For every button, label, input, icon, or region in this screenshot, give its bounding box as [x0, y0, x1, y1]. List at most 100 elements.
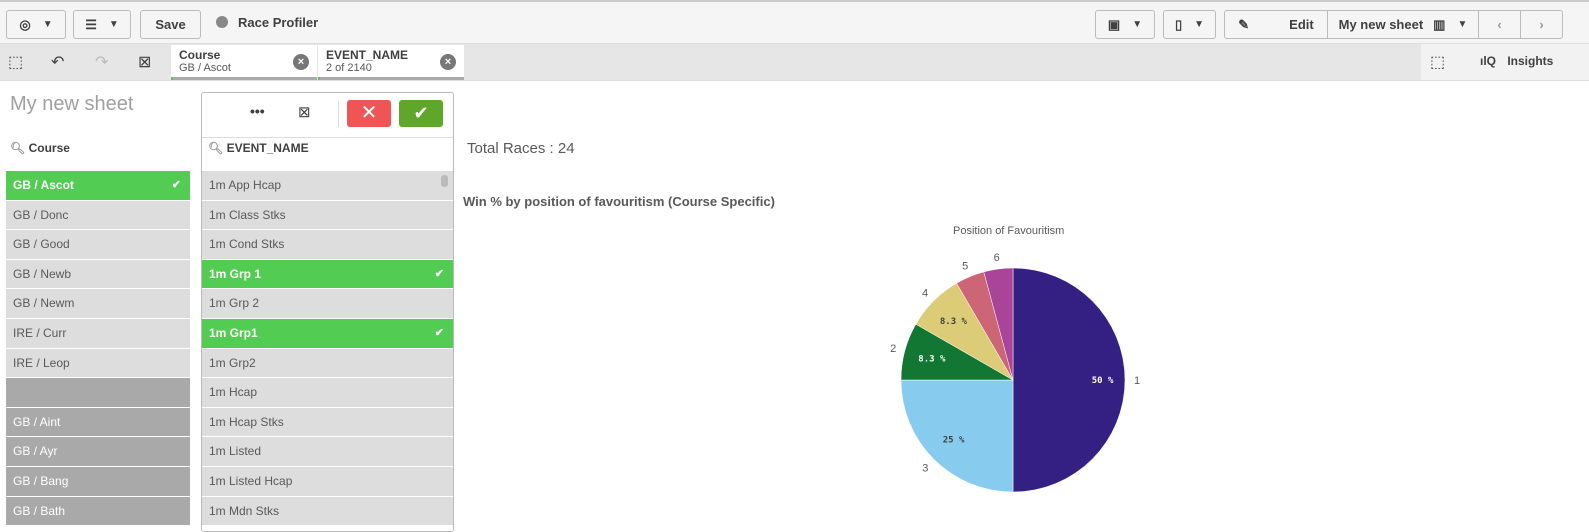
list-item[interactable]: GB / Good — [6, 230, 190, 260]
check-icon: ✔ — [434, 267, 444, 280]
list-item[interactable] — [6, 378, 190, 408]
data-label: 50 % — [1092, 376, 1114, 386]
list-item-label: GB / Newm — [13, 296, 75, 311]
chevron-down-icon: ▼ — [42, 19, 53, 30]
list-item[interactable]: GB / Ayr — [6, 437, 190, 467]
event-name-listbox-panel: ••• ⊠ ✕ ✔ 🔍︎ EVENT_NAME 1m App Hcap 1m Cl… — [201, 92, 454, 532]
selections-bar: ⬚ ↶ ↷ ⊠ Course GB / Ascot × EVENT_NAME 2… — [0, 44, 1589, 81]
slice-label: 6 — [994, 252, 1000, 264]
clear-selections-icon[interactable]: ⊠ — [138, 52, 151, 72]
list-item[interactable]: 1m Listed Hcap — [202, 466, 453, 497]
step-back-icon[interactable]: ↶ — [51, 52, 64, 72]
chip-title: Course — [179, 48, 221, 62]
edit-button[interactable]: ✎ Edit — [1224, 10, 1328, 39]
search-icon: 🔍︎ — [208, 141, 224, 155]
list-item[interactable]: 1m Grp 1 ✔ — [202, 259, 453, 290]
data-label: 8.3 % — [940, 317, 968, 327]
list-item-label: GB / Newb — [13, 266, 72, 281]
list-item-label: GB / Bang — [13, 473, 69, 488]
navigation-button[interactable]: ◎ ▼ — [6, 10, 66, 39]
list-item[interactable]: 1m Listed — [202, 437, 453, 467]
selection-chip-course[interactable]: Course GB / Ascot × — [171, 45, 317, 80]
listbox-title: Course — [28, 141, 70, 155]
app-icon — [216, 16, 228, 28]
list-item[interactable]: 1m Grp2 — [202, 348, 453, 379]
list-item-label: GB / Ayr — [13, 444, 58, 459]
smart-search-icon[interactable]: ⬚ — [8, 52, 23, 72]
app-name: Race Profiler — [238, 15, 319, 30]
bookmark-button[interactable]: ▯ ▼ — [1163, 10, 1216, 39]
check-icon: ✔ — [171, 179, 181, 191]
edit-label: Edit — [1289, 17, 1314, 32]
slice-label: 1 — [1134, 375, 1140, 387]
slice-label: 5 — [962, 261, 968, 273]
list-item[interactable]: 1m Hcap Stks — [202, 407, 453, 438]
list-item[interactable]: IRE / Leop — [6, 348, 190, 379]
scrollbar-thumb[interactable] — [441, 175, 448, 187]
step-forward-icon[interactable]: ↷ — [95, 52, 108, 72]
data-label: 25 % — [943, 435, 965, 445]
event-name-listbox[interactable]: 1m App Hcap 1m Class Stks 1m Cond Stks 1m G… — [202, 171, 453, 527]
close-icon[interactable]: × — [440, 54, 456, 70]
list-item[interactable]: 1m Grp1 ✔ — [202, 318, 453, 349]
list-item[interactable]: GB / Donc — [6, 200, 190, 231]
pencil-icon: ✎ — [1238, 16, 1250, 32]
selection-chip-event-name[interactable]: EVENT_NAME 2 of 2140 × — [318, 45, 464, 80]
selection-tool-icon[interactable]: ⬚ — [1430, 52, 1445, 72]
listbox-title: EVENT_NAME — [226, 141, 309, 155]
list-item[interactable]: 1m Cond Stks — [202, 230, 453, 260]
list-item[interactable]: 1m Grp 2 — [202, 289, 453, 319]
sheet-selector[interactable]: My new sheet ▥ ▼ — [1327, 10, 1479, 39]
chip-value: GB / Ascot — [179, 62, 231, 74]
chart-title: Win % by position of favouritism (Course… — [463, 194, 775, 209]
more-options-icon[interactable]: ••• — [250, 103, 265, 119]
list-item-label: GB / Bath — [13, 503, 66, 518]
pie-chart: 1 50 % 3 25 % 2 8.3 % 4 8.3 % 5 6 — [890, 252, 1140, 493]
slice-label: 2 — [890, 343, 896, 355]
course-listbox-header[interactable]: 🔍︎ Course — [10, 141, 70, 155]
course-listbox[interactable]: GB / Ascot ✔ GB / Donc GB / Good GB / Newb GB… — [6, 171, 190, 527]
chevron-down-icon: ▼ — [108, 19, 119, 30]
list-item[interactable]: 1m App Hcap — [202, 171, 453, 201]
sheet-title: My new sheet — [10, 93, 134, 115]
list-item-label: 1m App Hcap — [209, 178, 282, 192]
list-item[interactable]: GB / Aint — [6, 407, 190, 438]
list-item[interactable]: 1m Hcap — [202, 378, 453, 408]
menu-button[interactable]: ☰ ▼ — [73, 10, 131, 39]
list-item-label: 1m Mdn Stks — [209, 503, 280, 518]
previous-sheet-button[interactable]: ‹ — [1478, 10, 1521, 39]
insights-button[interactable]: ılQ Insights — [1480, 54, 1553, 68]
confirm-selection-button[interactable]: ✔ — [399, 100, 443, 127]
list-item-label: 1m Hcap Stks — [209, 414, 284, 429]
present-button[interactable]: ▣ ▼ — [1095, 10, 1155, 39]
list-item-label: 1m Grp2 — [209, 355, 256, 370]
top-toolbar: ◎ ▼ ☰ ▼ Save Race Profiler ▣ ▼ ▯ ▼ ✎ Edit My … — [0, 0, 1589, 44]
chip-bar — [171, 77, 317, 80]
list-item-label: GB / Ascot — [13, 178, 74, 192]
list-item[interactable]: GB / Ascot ✔ — [6, 171, 190, 201]
chevron-down-icon: ▼ — [1457, 19, 1468, 30]
event-name-listbox-header[interactable]: 🔍︎ EVENT_NAME — [208, 141, 309, 155]
list-icon: ☰ — [85, 16, 97, 32]
list-item-label: GB / Aint — [13, 414, 61, 429]
list-item[interactable]: GB / Newb — [6, 259, 190, 290]
compass-icon: ◎ — [19, 16, 31, 32]
slice-label: 4 — [922, 288, 928, 300]
list-item[interactable]: GB / Bath — [6, 496, 190, 527]
list-item[interactable]: GB / Newm — [6, 289, 190, 319]
save-button[interactable]: Save — [140, 10, 201, 39]
list-item[interactable]: 1m Mdn Stks — [202, 496, 453, 527]
data-label: 8.3 % — [918, 354, 946, 364]
close-icon[interactable]: × — [293, 54, 309, 70]
list-item[interactable]: 1m Class Stks — [202, 200, 453, 231]
list-item[interactable]: GB / Bang — [6, 466, 190, 497]
search-icon: 🔍︎ — [10, 141, 26, 155]
cancel-selection-button[interactable]: ✕ — [347, 100, 391, 127]
chip-bar — [318, 77, 464, 80]
list-item-label: GB / Donc — [13, 207, 69, 222]
next-sheet-button[interactable]: › — [1520, 10, 1563, 39]
clear-selection-icon[interactable]: ⊠ — [298, 103, 311, 121]
list-item-label: IRE / Leop — [13, 355, 70, 370]
kpi-total-races: Total Races : 24 — [467, 140, 575, 157]
list-item[interactable]: IRE / Curr — [6, 318, 190, 349]
